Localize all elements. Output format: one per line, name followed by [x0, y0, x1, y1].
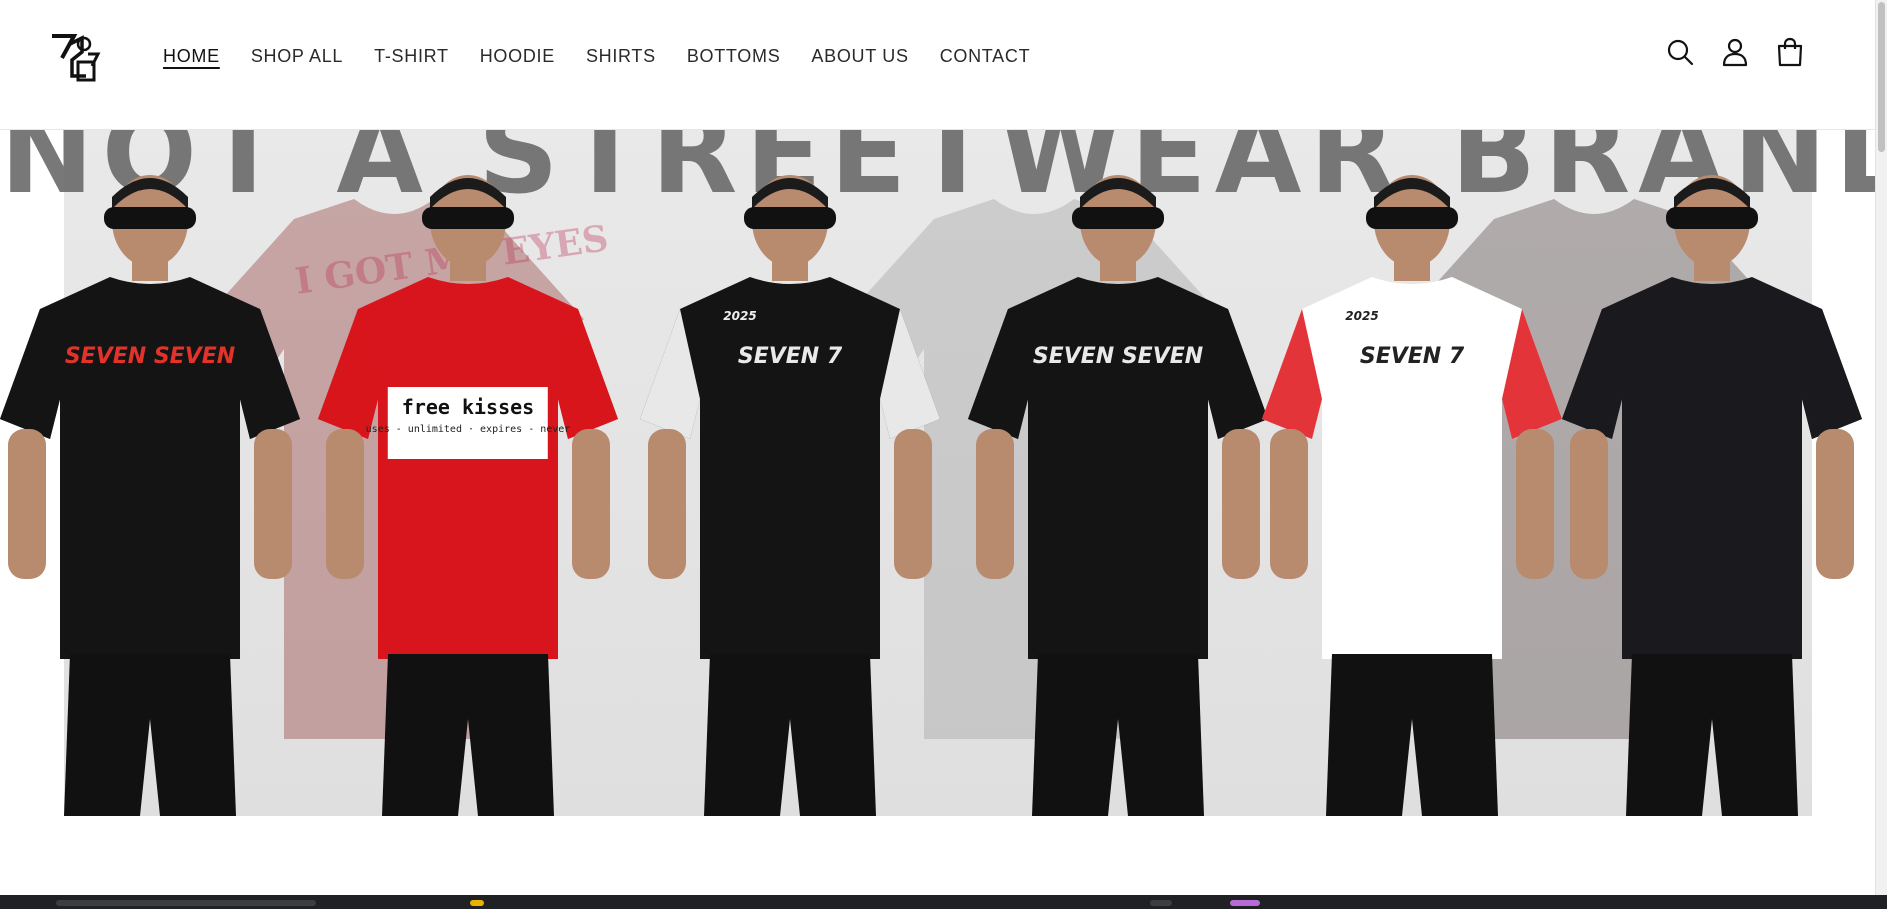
taskbar-search[interactable] — [56, 900, 316, 906]
main-nav: HOME SHOP ALL T-SHIRT HOODIE SHIRTS BOTT… — [148, 0, 1046, 113]
search-icon[interactable] — [1664, 36, 1696, 68]
site-header: HOME SHOP ALL T-SHIRT HOODIE SHIRTS BOTT… — [0, 0, 1876, 130]
shirt-print-subtext: uses - unlimited · expires - never — [365, 424, 571, 435]
model-figure — [318, 159, 618, 816]
shirt-print: SEVEN SEVEN — [1032, 344, 1204, 369]
account-icon[interactable] — [1719, 36, 1751, 68]
model-figure — [1562, 159, 1862, 816]
nav-contact[interactable]: CONTACT — [940, 46, 1031, 67]
nav-home[interactable]: HOME — [163, 46, 220, 67]
shirt-print-tag: 2025 — [1345, 309, 1379, 323]
taskbar-app-icon[interactable] — [470, 900, 484, 906]
nav-about-us[interactable]: ABOUT US — [811, 46, 908, 67]
hero-banner[interactable]: I GOT MY EYES NOT A STREETWEAR BRAND SEV… — [0, 129, 1876, 816]
nav-shop-all[interactable]: SHOP ALL — [251, 46, 343, 67]
nav-shirts[interactable]: SHIRTS — [586, 46, 656, 67]
shirt-print: SEVEN 7 — [1359, 344, 1465, 369]
nav-t-shirt[interactable]: T-SHIRT — [374, 46, 449, 67]
os-taskbar — [0, 895, 1887, 909]
model-figure — [0, 159, 300, 816]
nav-bottoms[interactable]: BOTTOMS — [687, 46, 781, 67]
shirt-print: free kisses — [387, 387, 549, 459]
model-figure — [640, 159, 940, 816]
page-scrollbar[interactable] — [1875, 0, 1887, 895]
header-actions — [1664, 36, 1806, 68]
shirt-print: SEVEN SEVEN — [64, 344, 236, 369]
model-figure — [968, 159, 1268, 816]
taskbar-app-icon[interactable] — [1230, 900, 1260, 906]
model-figure — [1262, 159, 1562, 816]
shirt-print-tag: 2025 — [723, 309, 757, 323]
taskbar-app-icon[interactable] — [1150, 900, 1172, 906]
nav-hoodie[interactable]: HOODIE — [480, 46, 555, 67]
scrollbar-thumb[interactable] — [1878, 2, 1885, 152]
shirt-print: SEVEN 7 — [737, 344, 843, 369]
brand-logo[interactable] — [48, 30, 104, 84]
cart-icon[interactable] — [1774, 36, 1806, 68]
